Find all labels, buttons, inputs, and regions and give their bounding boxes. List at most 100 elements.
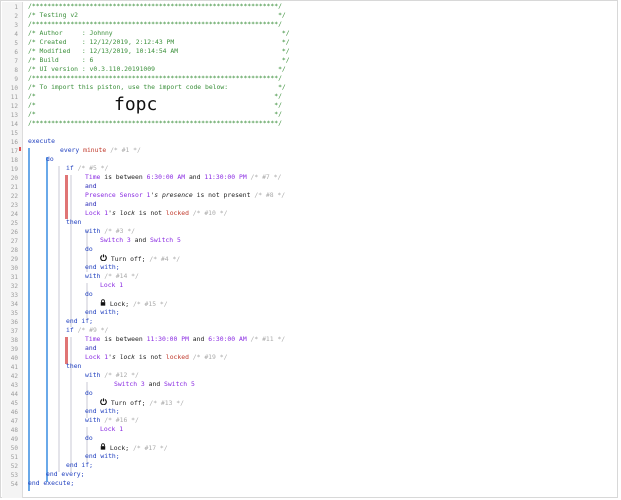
- code-line[interactable]: do: [85, 290, 93, 299]
- line-number: 10: [10, 85, 18, 92]
- code-line[interactable]: Lock 1: [100, 281, 123, 290]
- code-line[interactable]: do: [85, 389, 93, 398]
- statement-id: /* #12 */: [104, 371, 139, 379]
- code-line[interactable]: Time is between 11:30:00 PM and 6:30:00 …: [85, 335, 285, 344]
- line-number: 8: [14, 67, 18, 74]
- line-number: 42: [10, 373, 18, 380]
- statement-id: /* #15 */: [132, 300, 168, 308]
- code-line[interactable]: Switch 3 and Switch 5: [100, 236, 181, 245]
- line-number: 33: [10, 292, 18, 299]
- code-line[interactable]: and: [85, 344, 97, 353]
- import-note: /* To import this piston, use the import…: [28, 83, 286, 91]
- device-switch[interactable]: Switch 3: [114, 380, 145, 388]
- time-value[interactable]: 11:30:00 PM: [147, 335, 189, 343]
- time-operand[interactable]: Time: [85, 173, 100, 181]
- code-line[interactable]: execute: [28, 137, 55, 146]
- code-line[interactable]: Lock 1's lock is not locked /* #10 */: [85, 209, 227, 218]
- code-line[interactable]: /* Testing v2 */: [28, 11, 286, 20]
- command-turn-off: Turn off;: [110, 255, 146, 263]
- time-value[interactable]: 6:30:00 AM: [208, 335, 246, 343]
- then-keyword: then: [66, 218, 82, 226]
- code-line[interactable]: do: [46, 155, 54, 164]
- code-line[interactable]: then: [66, 362, 81, 371]
- device-lock[interactable]: Lock 1: [85, 209, 108, 217]
- code-line[interactable]: Turn off; /* #13 */: [100, 398, 184, 407]
- line-number: 39: [10, 346, 18, 353]
- code-line[interactable]: every minute /* #1 */: [60, 146, 141, 155]
- code-line[interactable]: end if;: [66, 461, 93, 470]
- statement-id: /* #5 */: [77, 164, 109, 172]
- time-operand[interactable]: Time: [85, 335, 100, 343]
- device-switch[interactable]: Switch 5: [150, 236, 181, 244]
- code-line[interactable]: with /* #3 */: [85, 227, 135, 236]
- code-line[interactable]: /* Author : Johnny */: [28, 29, 290, 38]
- code-line[interactable]: /* UI version : v0.3.110.20191009 */: [28, 65, 286, 74]
- code-line[interactable]: /* Created : 12/12/2019, 2:12:43 PM */: [28, 38, 290, 47]
- code-line[interactable]: /* Build : 6 */: [28, 56, 290, 65]
- code-line[interactable]: do: [85, 434, 93, 443]
- code-line[interactable]: end with;: [85, 452, 120, 461]
- with-keyword: with: [85, 272, 101, 280]
- execute-keyword: execute: [28, 137, 55, 145]
- line-number: 36: [10, 319, 18, 326]
- line-number: 37: [10, 328, 18, 335]
- code-line[interactable]: end with;: [85, 263, 120, 272]
- import-code[interactable]: fopc: [114, 94, 157, 115]
- piston-build: /* Build : 6 */: [28, 56, 290, 64]
- time-value[interactable]: 11:30:00 PM: [204, 173, 246, 181]
- code-line[interactable]: /* Modified : 12/13/2019, 10:14:54 AM */: [28, 47, 290, 56]
- line-number: 34: [10, 301, 18, 308]
- code-line[interactable]: /* To import this piston, use the import…: [28, 83, 286, 92]
- time-value[interactable]: 6:30:00 AM: [147, 173, 185, 181]
- line-number: 54: [10, 481, 18, 488]
- code-line[interactable]: Presence Sensor 1's presence is not pres…: [85, 191, 285, 200]
- attribute-lock: 's lock: [108, 353, 136, 361]
- line-number: 22: [10, 193, 18, 200]
- code-line[interactable]: with /* #12 */: [85, 371, 139, 380]
- code-line[interactable]: then: [66, 218, 81, 227]
- device-presence-sensor[interactable]: Presence Sensor 1: [85, 191, 150, 199]
- code-line[interactable]: Switch 3 and Switch 5: [114, 380, 195, 389]
- every-keyword: every: [60, 146, 80, 154]
- code-line[interactable]: /***************************************…: [28, 20, 282, 29]
- code-line[interactable]: Lock 1: [100, 425, 123, 434]
- code-line[interactable]: do: [85, 245, 93, 254]
- code-line[interactable]: end if;: [66, 317, 93, 326]
- code-line[interactable]: Turn off; /* #4 */: [100, 254, 180, 263]
- code-line[interactable]: and: [85, 200, 97, 209]
- piston-title: /* Testing v2 */: [28, 11, 286, 19]
- with-keyword: with: [85, 227, 101, 235]
- code-line[interactable]: Lock; /* #15 */: [100, 299, 168, 308]
- code-line[interactable]: with /* #16 */: [85, 416, 139, 425]
- line-number: 3: [14, 22, 18, 29]
- code-line[interactable]: Time is between 6:30:00 AM and 11:30:00 …: [85, 173, 281, 182]
- statement-id: /* #14 */: [104, 272, 139, 280]
- piston-modified: /* Modified : 12/13/2019, 10:14:54 AM */: [28, 47, 290, 55]
- line-number: 41: [10, 364, 18, 371]
- code-line[interactable]: if /* #5 */: [66, 164, 108, 173]
- code-line[interactable]: /***************************************…: [28, 74, 282, 83]
- code-line[interactable]: end execute;: [28, 479, 74, 488]
- code-line[interactable]: Lock 1's lock is not locked /* #19 */: [85, 353, 227, 362]
- code-line[interactable]: /***************************************…: [28, 119, 282, 128]
- code-line[interactable]: end every;: [46, 470, 84, 479]
- device-switch[interactable]: Switch 3: [100, 236, 131, 244]
- line-number: 23: [10, 202, 18, 209]
- code-line[interactable]: if /* #9 */: [66, 326, 108, 335]
- code-line[interactable]: and: [85, 182, 97, 191]
- code-line[interactable]: /***************************************…: [28, 2, 282, 11]
- device-lock[interactable]: Lock 1: [85, 353, 108, 361]
- line-number: 46: [10, 409, 18, 416]
- code-line[interactable]: with /* #14 */: [85, 272, 139, 281]
- statement-id: /* #16 */: [104, 416, 139, 424]
- end-with-keyword: end with;: [85, 308, 120, 316]
- end-with-keyword: end with;: [85, 407, 120, 415]
- code-line[interactable]: end with;: [85, 407, 120, 416]
- device-lock[interactable]: Lock 1: [100, 281, 123, 289]
- command-turn-off: Turn off;: [110, 399, 146, 407]
- device-switch[interactable]: Switch 5: [164, 380, 195, 388]
- device-lock[interactable]: Lock 1: [100, 425, 123, 433]
- code-line[interactable]: Lock; /* #17 */: [100, 443, 168, 452]
- code-line[interactable]: end with;: [85, 308, 120, 317]
- do-block-guide: [58, 166, 60, 472]
